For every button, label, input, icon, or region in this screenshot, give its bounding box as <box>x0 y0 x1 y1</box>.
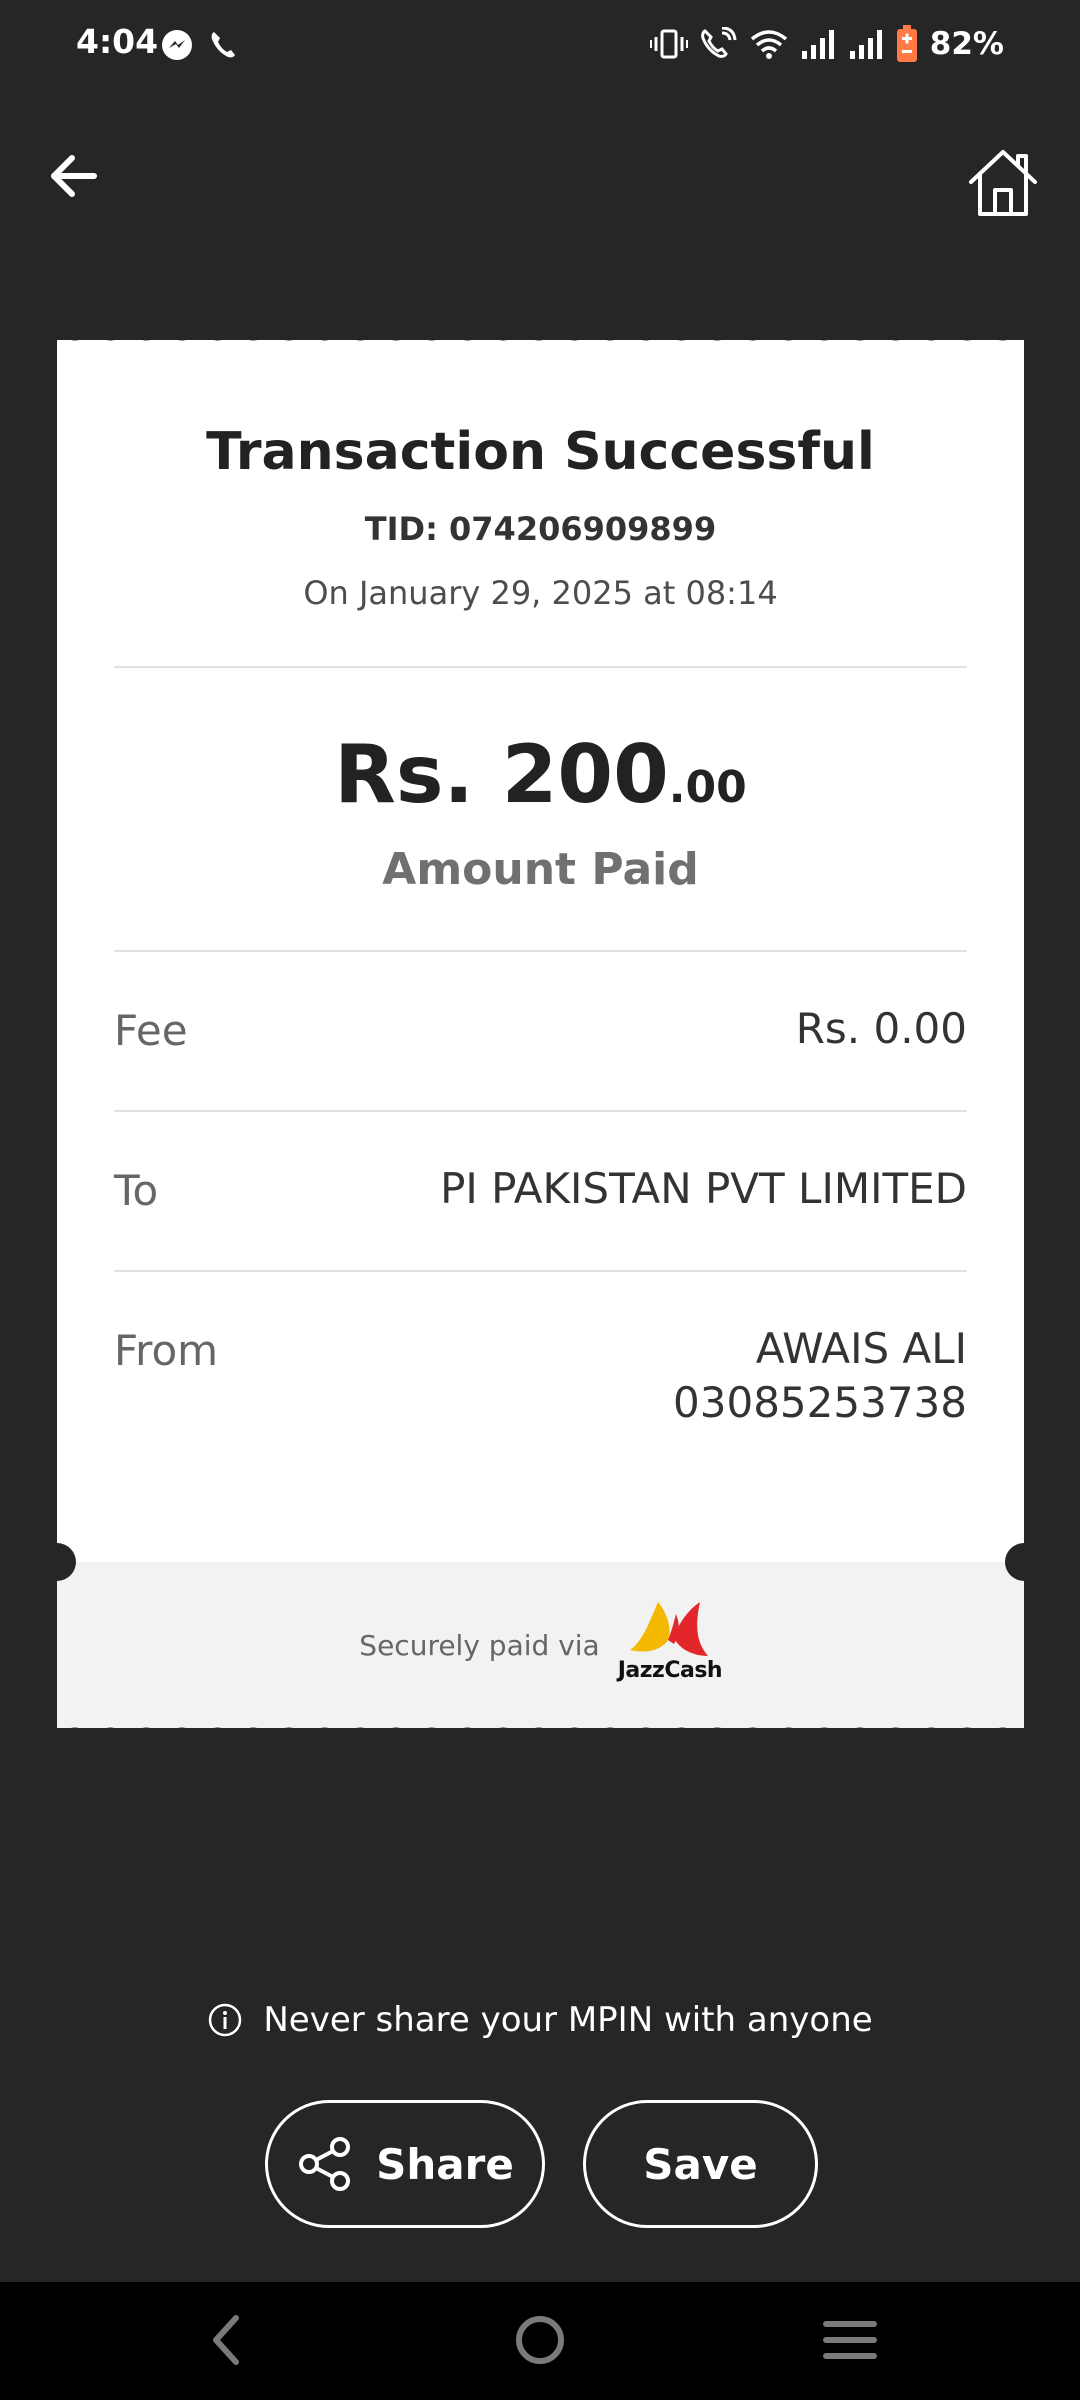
securely-paid-text: Securely paid via <box>359 1628 600 1662</box>
receipt-notch-left <box>38 1543 76 1581</box>
footer-content: Securely paid via JazzCash <box>57 1562 1024 1728</box>
sender-number: 03085253738 <box>673 1378 967 1427</box>
amount-cents: .00 <box>668 762 747 813</box>
recipient-name: PI PAKISTAN PVT LIMITED <box>440 1164 967 1213</box>
divider <box>114 1270 967 1272</box>
fee-value: Rs. 0.00 <box>795 1004 967 1053</box>
receipt-notch-right <box>1005 1543 1043 1581</box>
status-time: 4:04 <box>76 22 159 61</box>
battery-icon <box>896 25 917 62</box>
amount-main: Rs. 200 <box>334 728 669 821</box>
home-icon[interactable] <box>966 146 1040 218</box>
jazzcash-logo-mark <box>629 1602 708 1656</box>
back-arrow-icon[interactable] <box>44 146 104 206</box>
system-back-icon[interactable] <box>196 2308 260 2372</box>
signal-icon <box>849 30 882 59</box>
messenger-icon <box>162 30 192 60</box>
from-label: From <box>114 1326 219 1375</box>
transaction-title: Transaction Successful <box>206 422 875 482</box>
mpin-warning-text: Never share your MPIN with anyone <box>263 2000 873 2040</box>
signal-icon <box>801 30 834 59</box>
jazzcash-logo: JazzCash <box>617 1600 723 1690</box>
amount-paid-label: Amount Paid <box>382 844 699 895</box>
wifi-icon <box>750 30 787 59</box>
share-button[interactable]: Share <box>265 2100 545 2228</box>
share-icon <box>299 2137 351 2191</box>
wifi-calling-icon <box>700 27 737 58</box>
transaction-date: On January 29, 2025 at 08:14 <box>303 574 778 612</box>
save-button[interactable]: Save <box>583 2100 818 2228</box>
jazzcash-logo-text: JazzCash <box>617 1658 723 1683</box>
status-bar: 4:04 82% <box>0 0 1080 88</box>
status-right-icons: 82% <box>649 24 1004 64</box>
system-recents-icon[interactable] <box>818 2308 882 2372</box>
sender-name: AWAIS ALI <box>755 1324 967 1373</box>
divider <box>114 666 967 668</box>
system-navigation-bar <box>0 2282 1080 2400</box>
fee-label: Fee <box>114 1006 188 1055</box>
amount-paid-value: Rs. 200.00 <box>57 728 1024 821</box>
receipt-footer: Securely paid via JazzCash <box>57 1562 1024 1728</box>
phone-call-icon <box>211 32 235 58</box>
divider <box>114 950 967 952</box>
battery-percent: 82% <box>929 26 1004 62</box>
receipt-scalloped-top-edge <box>57 330 1024 358</box>
vibrate-icon <box>649 29 688 59</box>
system-home-icon[interactable] <box>508 2308 572 2372</box>
divider <box>114 1110 967 1112</box>
to-label: To <box>114 1166 159 1215</box>
mpin-warning: Never share your MPIN with anyone <box>0 2000 1080 2040</box>
transaction-id: TID: 074206909899 <box>364 510 717 548</box>
info-icon <box>209 2003 242 2037</box>
share-button-label: Share <box>376 2139 514 2189</box>
transaction-receipt: Securely paid via JazzCash Transaction S… <box>38 330 1043 1738</box>
status-left-icons <box>160 28 238 62</box>
save-button-label: Save <box>643 2139 758 2189</box>
receipt-scalloped-bottom-edge <box>57 1710 1024 1738</box>
